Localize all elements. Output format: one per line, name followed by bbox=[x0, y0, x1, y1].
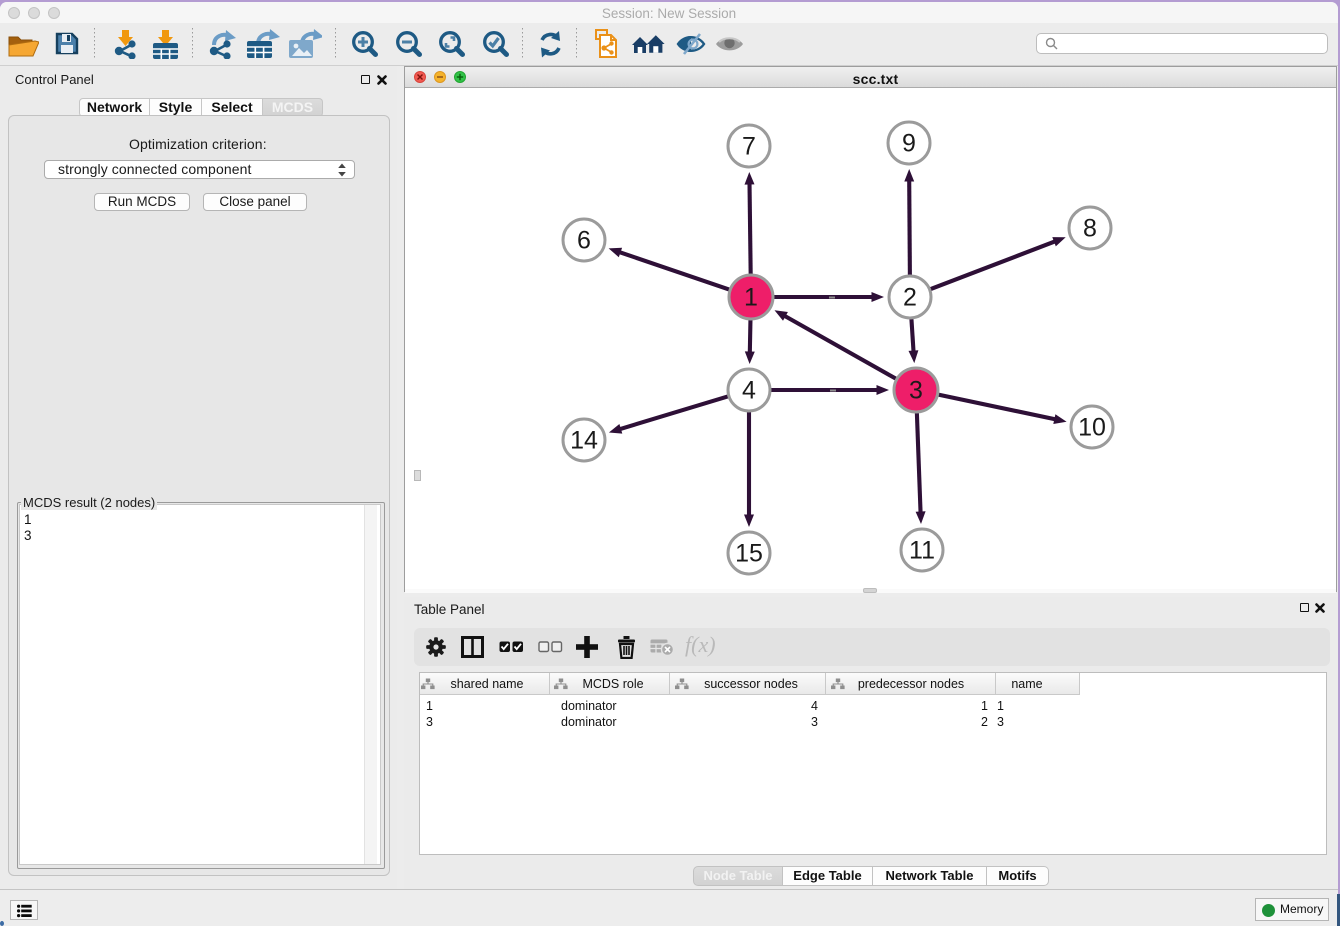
svg-text:3: 3 bbox=[909, 377, 923, 405]
svg-text:8: 8 bbox=[1083, 215, 1097, 243]
svg-text:7: 7 bbox=[742, 133, 756, 161]
svg-text:4: 4 bbox=[742, 377, 756, 405]
svg-text:6: 6 bbox=[577, 227, 591, 255]
svg-text:1: 1 bbox=[744, 284, 758, 312]
svg-text:2: 2 bbox=[903, 284, 917, 312]
svg-text:11: 11 bbox=[909, 537, 935, 565]
svg-text:15: 15 bbox=[735, 540, 763, 568]
svg-text:10: 10 bbox=[1078, 414, 1106, 442]
svg-text:9: 9 bbox=[902, 130, 916, 158]
svg-text:14: 14 bbox=[570, 427, 598, 455]
